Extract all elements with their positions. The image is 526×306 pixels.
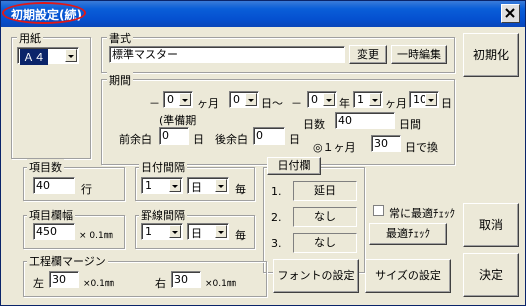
start-months-value: 0 — [167, 93, 174, 106]
date-interval-unit-select[interactable]: 日 — [187, 177, 229, 194]
date-column-num-1: 1. — [271, 185, 282, 198]
start-days-unit: 日～ — [261, 97, 283, 110]
date-column-button[interactable]: 日付欄 — [267, 157, 321, 175]
date-interval-group-label: 日付間隔 — [139, 159, 187, 175]
end-days-select[interactable]: 10 — [409, 91, 439, 108]
item-width-field[interactable]: 450 — [33, 223, 75, 240]
after-margin-label: 後余白 — [215, 133, 248, 146]
dialog-window: 初期設定(続) 用紙 Ａ４ 書式 標準マスター 変更 一時編集 初期化 期間 － — [0, 0, 526, 306]
date-interval-value: 1 — [145, 179, 152, 192]
ruled-interval-select[interactable]: 1 — [141, 223, 183, 240]
initialize-button[interactable]: 初期化 — [463, 33, 519, 77]
title-bar[interactable]: 初期設定(続) — [1, 1, 525, 27]
chevron-down-icon[interactable] — [169, 179, 181, 192]
title-highlight-oval — [2, 2, 86, 24]
date-interval-select[interactable]: 1 — [141, 177, 183, 194]
conversion-field[interactable]: 30 — [371, 135, 401, 152]
item-width-unit: × 0.1㎜ — [79, 231, 113, 241]
start-months-select[interactable]: 0 — [163, 91, 193, 108]
font-settings-button[interactable]: フォントの設定 — [273, 259, 359, 293]
days-count-label: 日数 — [303, 118, 325, 131]
days-count-unit: 日間 — [399, 118, 421, 131]
cancel-button[interactable]: 取消 — [463, 203, 519, 247]
date-column-value-2[interactable]: なし — [293, 207, 357, 227]
items-count-unit: 行 — [81, 183, 92, 196]
margin-left-field[interactable]: 30 — [49, 271, 79, 288]
chevron-down-icon[interactable] — [215, 179, 227, 192]
end-years-value: 0 — [311, 93, 318, 106]
date-column-value-1[interactable]: 延日 — [293, 181, 357, 201]
chevron-down-icon[interactable] — [369, 93, 381, 106]
period-end-dash: － — [291, 97, 302, 110]
before-margin-unit: 日 — [193, 133, 204, 146]
items-count-field[interactable]: 40 — [33, 177, 75, 194]
ruled-interval-unit-select[interactable]: 日 — [187, 223, 229, 240]
before-margin-label: 前余白 — [119, 133, 152, 146]
date-column-num-2: 2. — [271, 211, 282, 224]
start-months-unit: ヶ月 — [197, 97, 219, 110]
item-width-group-label: 項目欄幅 — [27, 207, 75, 223]
dialog-client: 用紙 Ａ４ 書式 標準マスター 変更 一時編集 初期化 期間 － 0 ヶ月 0 … — [1, 27, 525, 305]
period-start-dash: － — [149, 97, 160, 110]
chevron-down-icon[interactable] — [245, 93, 257, 106]
date-column-value-3[interactable]: なし — [293, 233, 357, 253]
temp-edit-button[interactable]: 一時編集 — [391, 45, 447, 64]
always-fit-checkbox[interactable] — [373, 205, 384, 216]
conversion-suffix: 日で換 — [405, 141, 438, 154]
chevron-down-icon[interactable] — [65, 49, 77, 62]
items-group-label: 項目数 — [27, 159, 64, 175]
always-fit-label: 常に最適ﾁｪｯｸ — [389, 207, 455, 220]
end-years-unit: 年 — [339, 97, 350, 110]
end-years-select[interactable]: 0 — [307, 91, 337, 108]
after-margin-unit: 日 — [289, 133, 300, 146]
ok-button[interactable]: 決定 — [463, 253, 519, 297]
margin-right-field[interactable]: 30 — [171, 271, 201, 288]
chevron-down-icon[interactable] — [179, 93, 191, 106]
end-months-unit: ヶ月 — [385, 97, 407, 110]
start-days-select[interactable]: 0 — [229, 91, 259, 108]
end-months-select[interactable]: 1 — [353, 91, 383, 108]
paper-group-label: 用紙 — [17, 30, 43, 46]
paper-size-value: Ａ４ — [20, 49, 48, 65]
prep-period-label: (準備期 — [159, 114, 197, 127]
margin-right-label: 右 — [155, 277, 166, 290]
margin-right-unit: ×0.1㎜ — [205, 279, 236, 289]
chevron-down-icon[interactable] — [169, 225, 181, 238]
period-group-label: 期間 — [107, 72, 133, 88]
margin-left-label: 左 — [33, 277, 44, 290]
change-button[interactable]: 変更 — [349, 45, 387, 64]
margin-group-label: 工程欄マージン — [27, 253, 108, 269]
date-column-num-3: 3. — [271, 237, 282, 250]
before-margin-field[interactable]: 0 — [159, 127, 189, 145]
format-group-label: 書式 — [107, 30, 133, 46]
fit-check-button[interactable]: 最適ﾁｪｯｸ — [369, 223, 447, 245]
close-button[interactable] — [501, 4, 520, 23]
end-days-unit: 日 — [441, 97, 452, 110]
conversion-prefix: ◎１ヶ月 — [313, 141, 356, 154]
chevron-down-icon[interactable] — [425, 93, 437, 106]
date-interval-unit-value: 日 — [191, 181, 202, 194]
chevron-down-icon[interactable] — [323, 93, 335, 106]
date-interval-suffix: 毎 — [235, 183, 246, 196]
paper-size-select[interactable]: Ａ４ — [17, 47, 79, 65]
after-margin-field[interactable]: 0 — [253, 127, 285, 145]
chevron-down-icon[interactable] — [215, 225, 227, 238]
start-days-value: 0 — [233, 93, 240, 106]
format-name-field[interactable]: 標準マスター — [109, 46, 345, 63]
end-months-value: 1 — [357, 93, 364, 106]
ruled-interval-group-label: 罫線間隔 — [139, 207, 187, 223]
size-settings-button[interactable]: サイズの設定 — [365, 259, 451, 293]
margin-left-unit: ×0.1㎜ — [83, 279, 114, 289]
close-icon — [505, 8, 515, 18]
days-count-field[interactable]: 40 — [335, 112, 395, 129]
ruled-interval-unit-value: 日 — [191, 227, 202, 240]
ruled-interval-suffix: 毎 — [235, 229, 246, 242]
ruled-interval-value: 1 — [145, 225, 152, 238]
